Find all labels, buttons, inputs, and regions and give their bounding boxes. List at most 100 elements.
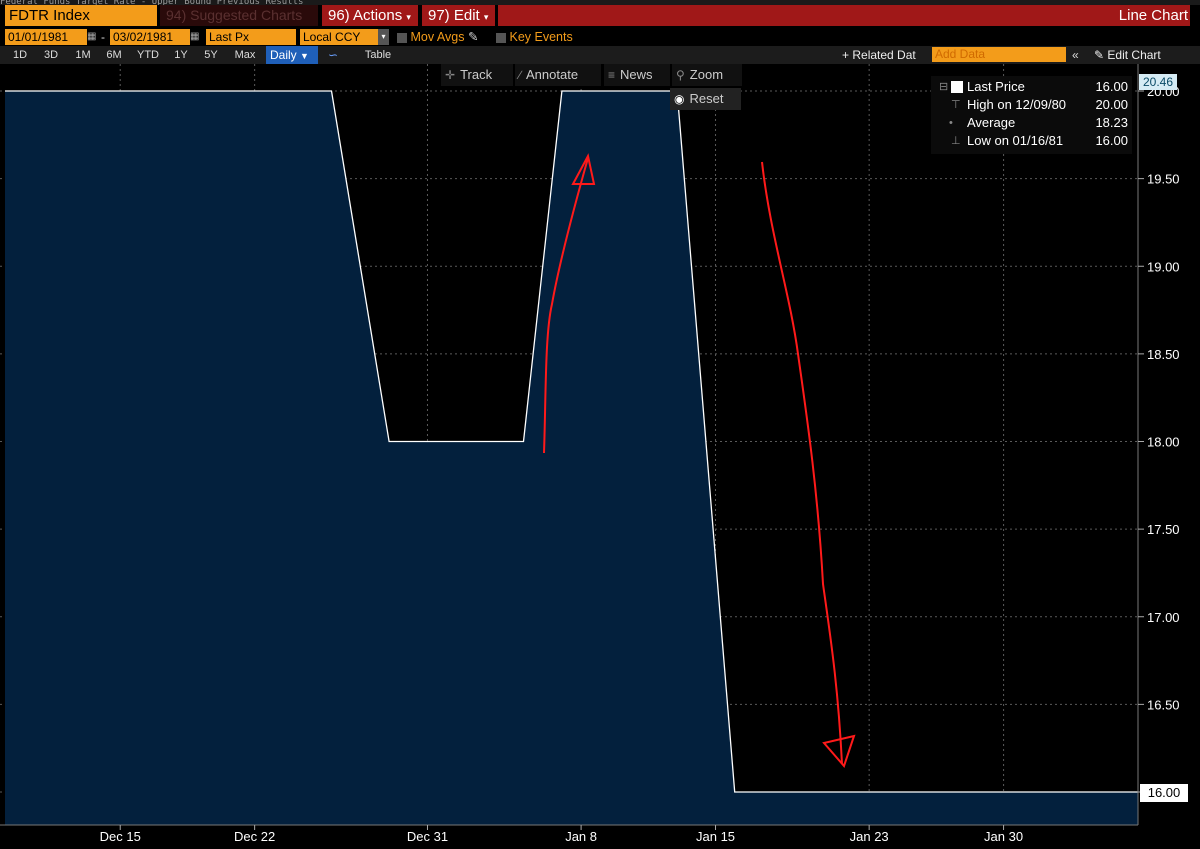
line-chart-icon[interactable]: ∽: [322, 46, 344, 64]
y-axis: 16.5017.0017.5018.0018.5019.0019.5020.00…: [1137, 64, 1180, 825]
legend-last-price[interactable]: ⊟ Last Price 16.00: [931, 78, 1132, 96]
x-tick-label: Dec 31: [407, 829, 448, 844]
track-button[interactable]: ✛ Track: [441, 64, 513, 86]
start-date-field[interactable]: 01/01/1981: [5, 29, 87, 45]
end-date-field[interactable]: 03/02/1981: [110, 29, 190, 45]
edit-chart-label: Edit Chart: [1107, 48, 1161, 62]
dropdown-arrow-icon: ▾: [483, 12, 489, 22]
frequency-label: Daily: [270, 48, 297, 62]
legend-low-label: Low on 01/16/81: [967, 133, 1064, 148]
calendar-icon[interactable]: ▦: [190, 29, 202, 45]
checkbox-icon[interactable]: [496, 32, 506, 43]
annotate-icon: ∕: [519, 68, 522, 82]
reset-icon: ◉: [674, 92, 685, 106]
axis-top-price-tag: 20.46: [1139, 74, 1177, 90]
magnifier-icon: ⚲: [676, 68, 685, 82]
down-arrowhead: [822, 734, 856, 768]
legend-low: ⊥ Low on 01/16/81 16.00: [931, 132, 1132, 150]
average-marker-icon: •: [949, 117, 953, 129]
pencil-icon[interactable]: ✎: [468, 30, 478, 44]
collapse-icon[interactable]: «: [1072, 46, 1079, 64]
mov-avgs-toggle[interactable]: Mov Avgs ✎: [397, 29, 478, 45]
period-1m[interactable]: 1M: [68, 46, 98, 64]
zoom-button[interactable]: ⚲ Zoom: [672, 64, 742, 86]
zoom-label: Zoom: [689, 67, 724, 82]
edit-chart-button[interactable]: ✎ Edit Chart: [1094, 46, 1161, 64]
y-tick-label: 17.00: [1147, 610, 1180, 625]
annotate-button[interactable]: ∕ Annotate: [515, 64, 601, 86]
chart-legend: ⊟ Last Price 16.00 ⊤ High on 12/09/80 20…: [931, 76, 1132, 154]
related-data-button[interactable]: + Related Dat: [842, 46, 916, 64]
mov-avgs-label: Mov Avgs: [410, 30, 465, 44]
pencil-icon: ✎: [1094, 48, 1105, 62]
y-tick-label: 19.50: [1147, 172, 1180, 187]
actions-label: Actions: [353, 7, 403, 24]
period-1y[interactable]: 1Y: [168, 46, 194, 64]
key-events-label: Key Events: [509, 30, 573, 44]
edit-button[interactable]: 97) Edit ▾: [422, 5, 495, 26]
x-tick-label: Jan 8: [565, 829, 597, 844]
reset-label: Reset: [689, 91, 724, 106]
legend-high-value: 20.00: [1095, 97, 1128, 112]
x-axis: Dec 15 Dec 22 Dec 31 Jan 8 Jan 15 Jan 23 Jan 3…: [0, 824, 1138, 844]
dropdown-arrow-icon: ▾: [406, 12, 411, 22]
annotate-label: Annotate: [526, 67, 579, 82]
period-5y[interactable]: 5Y: [197, 46, 225, 64]
currency-dropdown-icon[interactable]: ▾: [378, 29, 389, 45]
related-data-label: Related Dat: [852, 48, 916, 62]
period-max[interactable]: Max: [228, 46, 262, 64]
x-tick-label: Jan 23: [850, 829, 889, 844]
frequency-selector[interactable]: Daily ▼: [266, 46, 318, 64]
period-6m[interactable]: 6M: [100, 46, 128, 64]
legend-last-price-label: Last Price: [967, 79, 1025, 94]
legend-average-value: 18.23: [1095, 115, 1128, 130]
legend-average-label: Average: [967, 115, 1016, 130]
legend-low-value: 16.00: [1095, 133, 1128, 148]
period-1d[interactable]: 1D: [8, 46, 32, 64]
y-tick-label: 18.50: [1147, 347, 1180, 362]
actions-button[interactable]: 96) Actions ▾: [322, 5, 418, 26]
low-marker-icon: ⊥: [951, 135, 961, 147]
legend-last-price-value: 16.00: [1095, 79, 1128, 94]
calendar-icon[interactable]: ▦: [87, 29, 99, 45]
y-tick-label: 18.00: [1147, 435, 1180, 450]
x-tick-label: Jan 15: [696, 829, 735, 844]
last-price-tag: 16.00: [1140, 784, 1188, 802]
crosshair-icon: ✛: [445, 68, 456, 82]
ticker-field[interactable]: FDTR Index: [5, 5, 157, 26]
period-3d[interactable]: 3D: [37, 46, 65, 64]
currency-selector[interactable]: Local CCY: [300, 29, 378, 45]
checkbox-icon[interactable]: [397, 32, 407, 43]
plus-icon: +: [842, 48, 850, 62]
date-separator: -: [101, 30, 105, 44]
key-events-toggle[interactable]: Key Events: [496, 29, 573, 45]
suggested-charts-label: Suggested Charts: [190, 7, 303, 23]
edit-label: Edit: [453, 7, 480, 24]
y-tick-label: 17.50: [1147, 522, 1180, 537]
down-arrow-annotation: [761, 161, 843, 765]
track-label: Track: [460, 67, 493, 82]
period-ytd[interactable]: YTD: [131, 46, 165, 64]
legend-high-label: High on 12/09/80: [967, 97, 1067, 112]
news-icon: ≡: [608, 68, 616, 82]
reset-button[interactable]: ◉ Reset: [670, 88, 741, 110]
y-tick-label: 19.00: [1147, 259, 1180, 274]
suggested-charts-button[interactable]: 94) Suggested Charts: [160, 5, 318, 26]
add-data-input[interactable]: Add Data: [932, 47, 1066, 62]
suggested-charts-number: 94): [166, 7, 187, 23]
x-tick-label: Jan 30: [984, 829, 1023, 844]
x-tick-label: Dec 15: [100, 829, 141, 844]
title-bar: [498, 5, 1190, 26]
table-button[interactable]: Table: [356, 46, 400, 64]
chart-type-title: Line Chart: [1118, 7, 1188, 24]
legend-average: • Average 18.23: [931, 114, 1132, 132]
field-selector[interactable]: Last Px: [206, 29, 296, 45]
actions-number: 96): [328, 7, 350, 24]
price-chart[interactable]: 16.50 17.00 17.50 18.00 18.50 19.00 19.50 20.00…: [0, 64, 1200, 849]
collapse-box-icon[interactable]: ⊟: [939, 78, 948, 96]
news-button[interactable]: ≡ News: [604, 64, 670, 86]
high-marker-icon: ⊤: [951, 99, 961, 111]
legend-high: ⊤ High on 12/09/80 20.00: [931, 96, 1132, 114]
x-tick-label: Dec 22: [234, 829, 275, 844]
dropdown-arrow-icon: ▼: [300, 51, 309, 61]
